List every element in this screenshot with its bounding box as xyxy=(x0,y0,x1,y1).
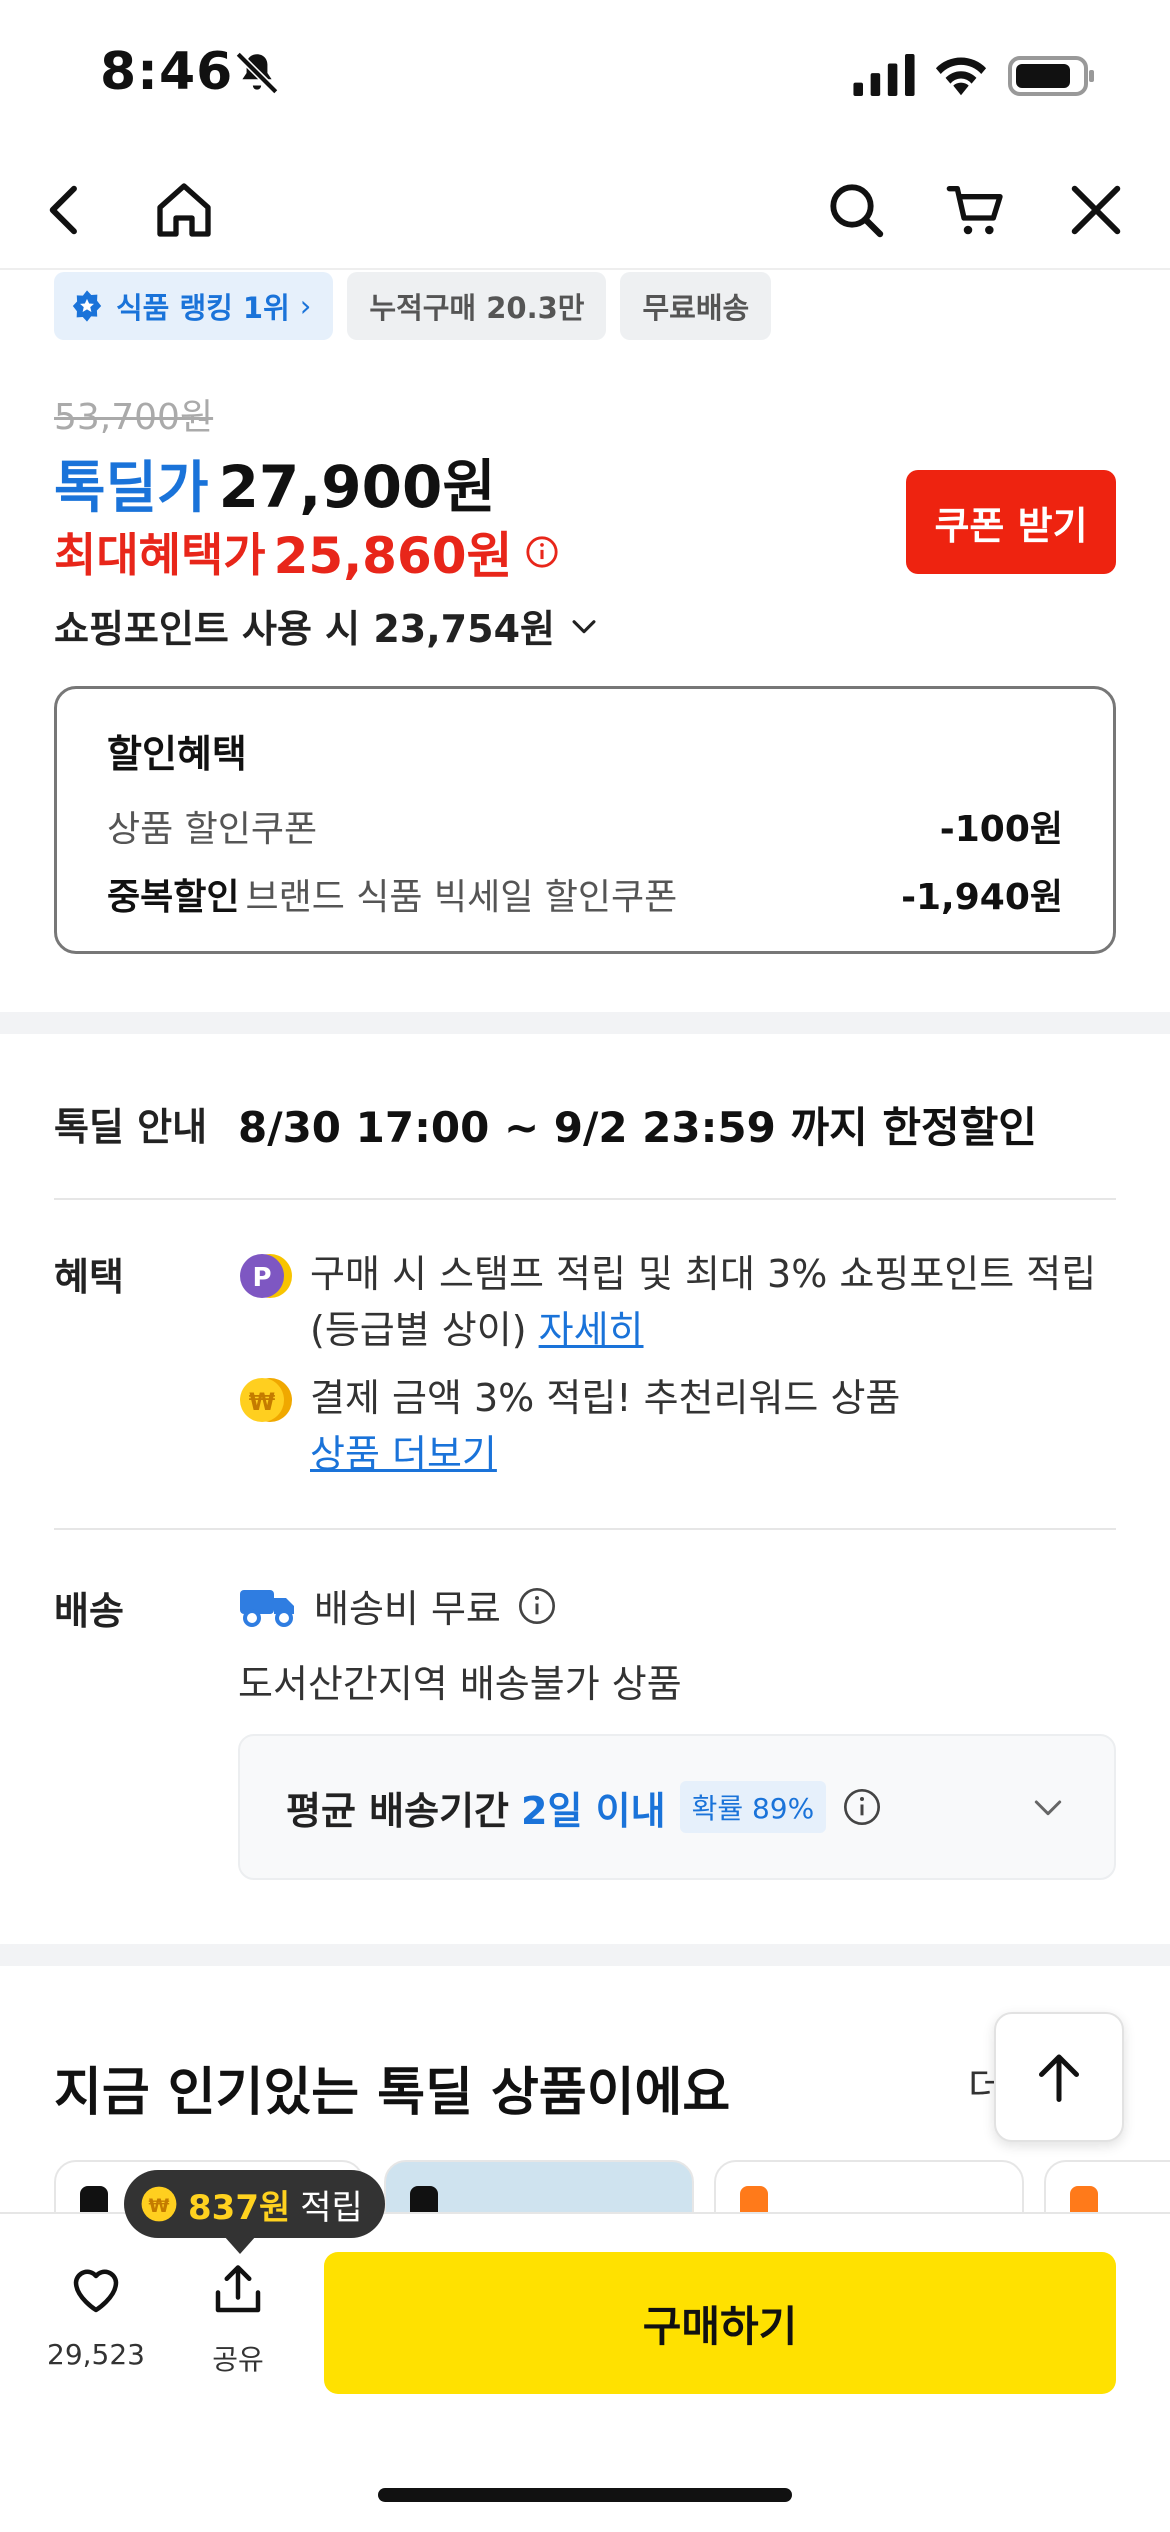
benefit-content: P 구매 시 스탬프 적립 및 최대 3% 쇼핑포인트 적립 (등급별 상이) … xyxy=(238,1246,1108,1482)
close-icon xyxy=(1071,185,1121,235)
svg-text:₩: ₩ xyxy=(249,1388,276,1416)
home-button[interactable] xyxy=(148,174,220,246)
chevron-down-icon xyxy=(1034,1800,1062,1816)
delivery-fee-row: 배송비 무료 xyxy=(238,1578,682,1633)
cellular-signal-icon xyxy=(853,54,915,96)
deal-info-label: 톡딜 안내 xyxy=(54,1105,208,1149)
back-button[interactable] xyxy=(30,174,102,246)
bell-muted-icon xyxy=(235,51,279,95)
popular-deals-title: 지금 인기있는 톡딜 상품이에요 xyxy=(54,2063,731,2123)
like-button[interactable]: 29,523 xyxy=(46,2260,146,2371)
max-benefit-label: 최대혜택가 xyxy=(54,528,266,582)
reward-coin-icon: ₩ xyxy=(141,2186,177,2222)
average-delivery-label: 평균 배송기간 xyxy=(286,1788,509,1833)
benefit-reward-text: 결제 금액 3% 적립! 추천리워드 상품 xyxy=(310,1376,901,1420)
discount-label: 브랜드 식품 빅세일 할인쿠폰 xyxy=(245,877,678,918)
battery-icon xyxy=(1008,56,1094,96)
home-indicator xyxy=(378,2488,792,2502)
ranking-badge[interactable]: 식품 랭킹 1위 › xyxy=(54,272,334,340)
max-benefit-price: 25,860원 xyxy=(273,527,513,585)
search-button[interactable] xyxy=(820,174,892,246)
chevron-left-icon xyxy=(49,185,77,235)
arrow-up-icon xyxy=(1039,2054,1079,2102)
home-icon xyxy=(157,183,211,237)
reward-tooltip: ₩ 837원 적립 xyxy=(124,2170,385,2254)
svg-text:₩: ₩ xyxy=(149,2195,170,2217)
info-icon[interactable] xyxy=(517,1586,557,1626)
ranking-star-icon xyxy=(72,290,102,322)
discount-benefits-box: 할인혜택 상품 할인쿠폰 -100원 중복할인 브랜드 식품 빅세일 할인쿠폰 -… xyxy=(54,686,1116,954)
deal-info-text: 8/30 17:00 ~ 9/2 23:59 까지 한정할인 xyxy=(238,1103,1037,1152)
delivery-label: 배송 xyxy=(54,1589,124,1633)
product-tag xyxy=(740,2186,768,2212)
delivery-restriction: 도서산간지역 배송불가 상품 xyxy=(238,1662,682,1706)
cumulative-purchase-badge: 누적구매 20.3만 xyxy=(347,272,607,340)
heart-icon xyxy=(73,2269,119,2313)
delivery-fee-text: 배송비 무료 xyxy=(314,1587,501,1631)
original-price: 53,700원 xyxy=(54,397,214,438)
row-divider xyxy=(54,1528,1116,1530)
benefit-point-text: 구매 시 스탬프 적립 및 최대 3% 쇼핑포인트 적립 (등급별 상이) xyxy=(310,1252,1097,1352)
duplicate-discount-label: 중복할인 xyxy=(107,877,240,918)
details-link[interactable]: 자세히 xyxy=(539,1308,644,1352)
product-tag xyxy=(410,2186,438,2212)
share-icon xyxy=(215,2265,261,2313)
share-label: 공유 xyxy=(212,2343,264,2376)
truck-icon xyxy=(240,1589,294,1627)
product-tag xyxy=(80,2186,108,2212)
shopping-point-text: 쇼핑포인트 사용 시 23,754원 xyxy=(54,607,555,651)
info-icon[interactable] xyxy=(525,535,559,569)
benefit-reward-line: ₩ 결제 금액 3% 적립! 추천리워드 상품상품 더보기 xyxy=(238,1370,1108,1482)
delivery-content: 배송비 무료 도서산간지역 배송불가 상품 xyxy=(238,1578,682,1708)
discount-title: 할인혜택 xyxy=(107,732,247,776)
deal-price-row: 톡딜가 27,900원 xyxy=(54,440,496,524)
discount-amount: -1,940원 xyxy=(901,877,1063,918)
reward-label: 적립 xyxy=(300,2187,363,2228)
chevron-right-icon: › xyxy=(299,289,312,323)
point-coin-icon: P xyxy=(240,1254,292,1298)
product-card[interactable] xyxy=(1044,2160,1170,2212)
product-badges: 식품 랭킹 1위 › 누적구매 20.3만 무료배송 xyxy=(54,272,772,340)
more-products-link[interactable]: 상품 더보기 xyxy=(310,1432,497,1476)
buy-button[interactable]: 구매하기 xyxy=(324,2252,1116,2394)
reward-amount: 837원 xyxy=(188,2187,291,2228)
row-divider xyxy=(54,1198,1116,1200)
average-delivery-value: 2일 이내 xyxy=(521,1788,666,1833)
product-card[interactable] xyxy=(384,2160,694,2212)
max-benefit-row: 최대혜택가 25,860원 xyxy=(54,516,559,588)
deal-price: 27,900원 xyxy=(218,453,496,521)
discount-row: 상품 할인쿠폰 -100원 xyxy=(107,800,1063,852)
ranking-label: 식품 랭킹 1위 xyxy=(116,291,290,325)
section-divider xyxy=(0,1944,1170,1966)
product-tag xyxy=(1070,2186,1098,2212)
shopping-point-price[interactable]: 쇼핑포인트 사용 시 23,754원 xyxy=(54,598,601,653)
discount-label: 상품 할인쿠폰 xyxy=(107,809,318,850)
info-icon[interactable] xyxy=(842,1787,882,1827)
discount-amount: -100원 xyxy=(939,809,1063,850)
get-coupon-button[interactable]: 쿠폰 받기 xyxy=(906,470,1116,574)
reward-coin-icon: ₩ xyxy=(240,1378,292,1422)
wifi-icon xyxy=(935,57,987,96)
share-button[interactable]: 공유 xyxy=(198,2260,278,2378)
status-time: 8:46 xyxy=(100,42,234,102)
search-icon xyxy=(830,184,884,238)
close-button[interactable] xyxy=(1060,174,1132,246)
section-divider xyxy=(0,1012,1170,1034)
svg-text:P: P xyxy=(252,1263,271,1293)
scroll-to-top-button[interactable] xyxy=(994,2012,1124,2142)
discount-row: 중복할인 브랜드 식품 빅세일 할인쿠폰 -1,940원 xyxy=(107,868,1063,920)
average-delivery-box[interactable]: 평균 배송기간 2일 이내 확률 89% xyxy=(238,1734,1116,1880)
chevron-down-icon xyxy=(572,619,596,633)
top-navigation xyxy=(0,150,1170,270)
status-bar: 8:46 xyxy=(0,0,1170,150)
benefit-point-line: P 구매 시 스탬프 적립 및 최대 3% 쇼핑포인트 적립 (등급별 상이) … xyxy=(238,1246,1108,1358)
benefit-label: 혜택 xyxy=(54,1255,124,1299)
deal-price-label: 톡딜가 xyxy=(54,456,209,521)
like-count: 29,523 xyxy=(47,2338,145,2371)
cart-icon xyxy=(946,186,1003,235)
delivery-probability-badge: 확률 89% xyxy=(679,1781,827,1833)
cart-button[interactable] xyxy=(940,174,1012,246)
product-card[interactable] xyxy=(714,2160,1024,2212)
free-shipping-badge: 무료배송 xyxy=(620,272,772,340)
